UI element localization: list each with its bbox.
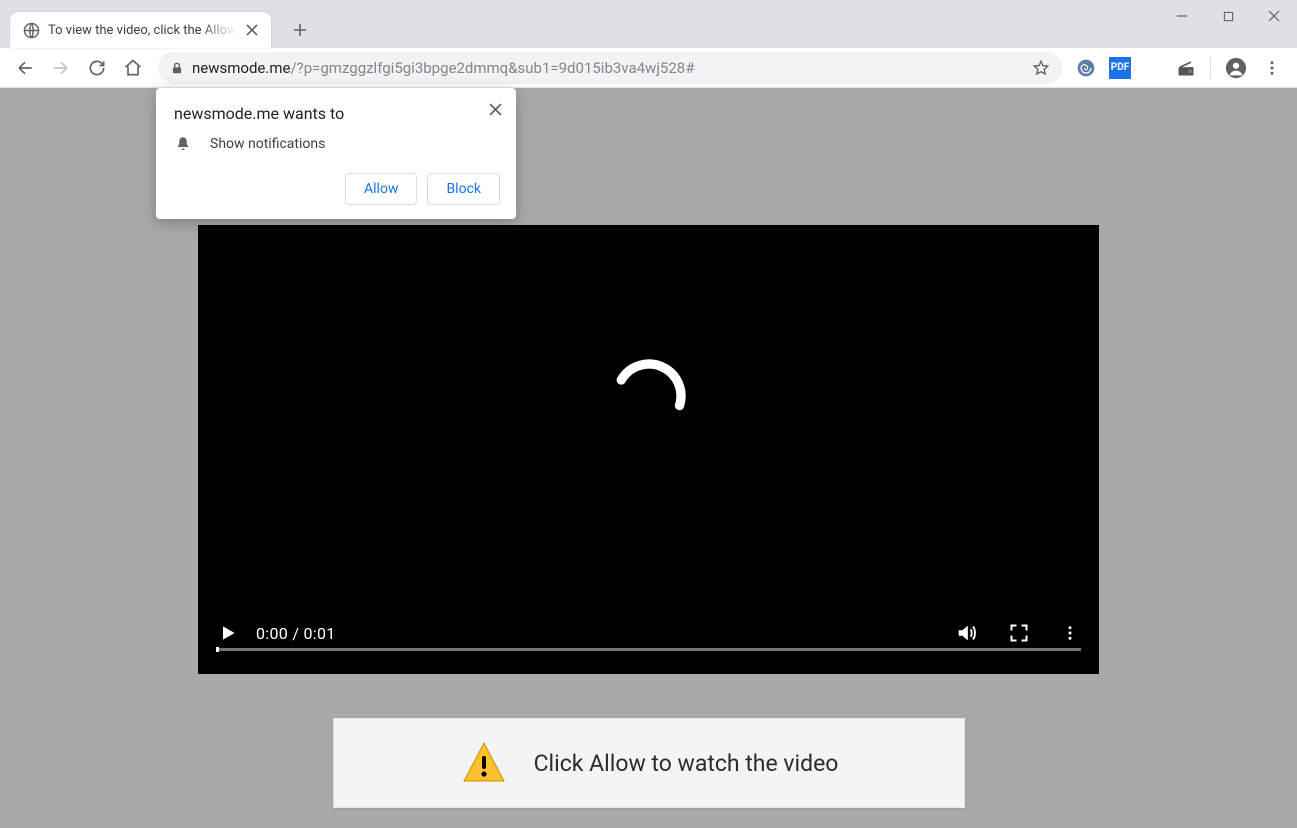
nav-reload-button[interactable] bbox=[80, 51, 114, 85]
video-play-icon[interactable] bbox=[218, 623, 238, 643]
loading-spinner-icon bbox=[609, 356, 689, 436]
window-maximize-button[interactable] bbox=[1205, 0, 1251, 32]
prompt-close-icon[interactable] bbox=[484, 98, 506, 120]
prompt-permission-text: Show notifications bbox=[210, 136, 325, 152]
window-close-button[interactable] bbox=[1251, 0, 1297, 32]
allow-button[interactable]: Allow bbox=[345, 173, 417, 205]
video-controls: 0:00 / 0:01 bbox=[198, 622, 1099, 644]
url-path: /?p=gmzggzlfgi5gi3bpge2dmmq&sub1=9d015ib… bbox=[290, 59, 694, 77]
tab-close-icon[interactable] bbox=[243, 21, 261, 39]
window-minimize-button[interactable] bbox=[1159, 0, 1205, 32]
new-tab-button[interactable] bbox=[285, 15, 315, 45]
extension-spiral-icon[interactable] bbox=[1072, 54, 1100, 82]
video-menu-icon[interactable] bbox=[1061, 624, 1079, 642]
notification-permission-prompt: newsmode.me wants to Show notifications … bbox=[156, 88, 516, 219]
nav-forward-button[interactable] bbox=[44, 51, 78, 85]
globe-icon bbox=[22, 21, 40, 39]
video-time-display: 0:00 / 0:01 bbox=[256, 624, 336, 643]
url-domain: newsmode.me bbox=[192, 59, 290, 77]
bookmark-star-icon[interactable] bbox=[1032, 59, 1050, 77]
window-controls bbox=[1159, 0, 1297, 32]
warning-icon bbox=[460, 739, 508, 787]
video-volume-icon[interactable] bbox=[955, 622, 977, 644]
extension-radio-icon[interactable] bbox=[1172, 54, 1200, 82]
prompt-title: newsmode.me wants to bbox=[174, 104, 500, 123]
video-player[interactable]: 0:00 / 0:01 bbox=[198, 225, 1099, 674]
video-fullscreen-icon[interactable] bbox=[1009, 623, 1029, 643]
nav-home-button[interactable] bbox=[116, 51, 150, 85]
extension-pdf-icon[interactable]: PDF bbox=[1106, 54, 1134, 82]
bell-icon bbox=[174, 135, 192, 153]
lock-icon bbox=[170, 61, 184, 75]
video-progress-bar[interactable] bbox=[216, 648, 1081, 651]
address-bar[interactable]: newsmode.me/?p=gmzggzlfgi5gi3bpge2dmmq&s… bbox=[158, 52, 1062, 84]
allow-banner: Click Allow to watch the video bbox=[333, 718, 965, 808]
browser-menu-icon[interactable] bbox=[1255, 51, 1289, 85]
toolbar-divider bbox=[1210, 57, 1211, 79]
banner-message: Click Allow to watch the video bbox=[534, 750, 839, 777]
browser-toolbar: newsmode.me/?p=gmzggzlfgi5gi3bpge2dmmq&s… bbox=[0, 48, 1297, 88]
profile-avatar-icon[interactable] bbox=[1219, 51, 1253, 85]
browser-tab[interactable]: To view the video, click the Allow bbox=[10, 12, 271, 48]
block-button[interactable]: Block bbox=[427, 173, 500, 205]
browser-titlebar: To view the video, click the Allow bbox=[0, 0, 1297, 48]
nav-back-button[interactable] bbox=[8, 51, 42, 85]
tab-title: To view the video, click the Allow bbox=[48, 23, 237, 38]
